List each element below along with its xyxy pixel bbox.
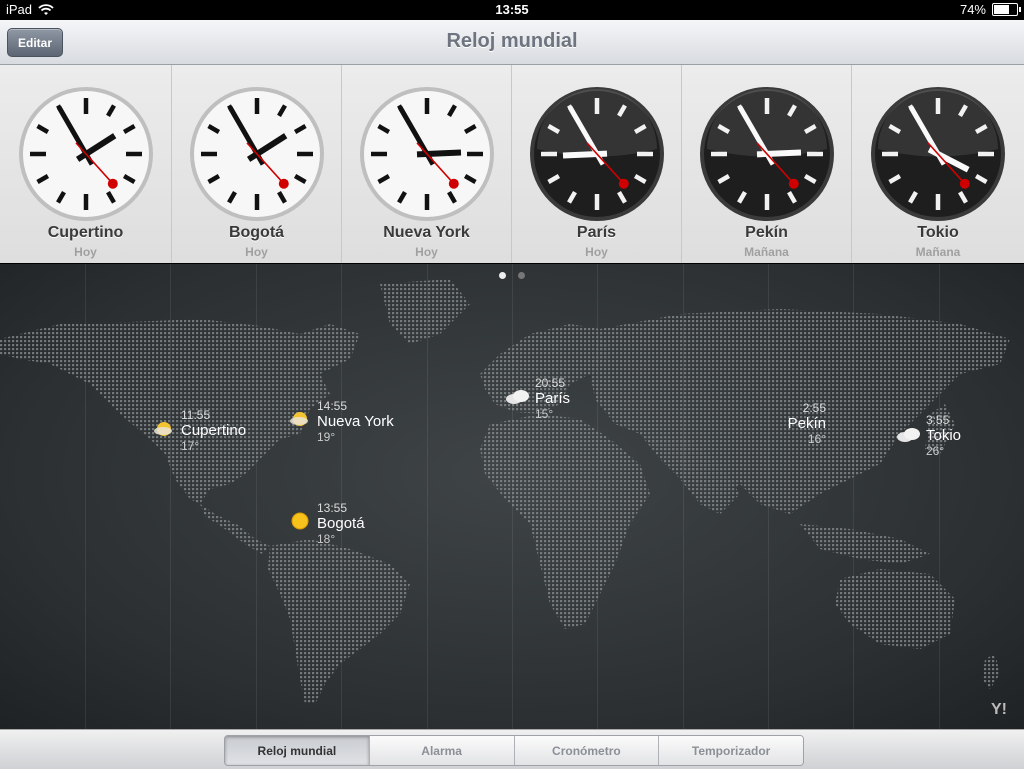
tab-bar: Reloj mundial Alarma Cronómetro Temporiz… [0, 729, 1024, 769]
analog-clock [871, 87, 1005, 221]
clock-cell[interactable]: Nueva York Hoy [342, 65, 512, 263]
partly-sunny-icon [154, 422, 172, 436]
page-dot[interactable] [518, 272, 525, 279]
analog-clock [529, 87, 664, 221]
marker-temp: 17° [181, 439, 200, 453]
status-time: 13:55 [495, 2, 529, 17]
marker-city: Tokio [926, 427, 962, 444]
clock-cell[interactable]: Cupertino Hoy [0, 65, 172, 263]
clock-day: Mañana [744, 245, 789, 259]
tab-stopwatch[interactable]: Cronómetro [514, 736, 660, 765]
marker-temp: 26° [926, 444, 945, 458]
clock-city: Tokio [917, 224, 959, 241]
clock-cell[interactable]: París Hoy [512, 65, 682, 263]
status-bar: iPad 13:55 74% [0, 0, 1024, 20]
page-title: Reloj mundial [446, 30, 578, 52]
marker-time: 13:55 [317, 501, 348, 515]
clock-city: París [576, 224, 617, 241]
marker-temp: 18° [317, 532, 336, 546]
clock-city: Pekín [745, 224, 788, 241]
page-indicator[interactable] [0, 272, 1024, 279]
analog-clock [18, 87, 153, 221]
clock-city: Bogotá [228, 224, 285, 241]
analog-clock [699, 87, 834, 221]
second-hand-tip [278, 178, 289, 189]
marker-time: 11:55 [181, 408, 211, 422]
marker-city: París [535, 390, 571, 407]
page-dot-active[interactable] [499, 272, 506, 279]
battery-percent: 74% [959, 2, 986, 17]
sun-icon [291, 512, 309, 530]
clock-day: Hoy [585, 245, 608, 259]
tab-alarm[interactable]: Alarma [369, 736, 515, 765]
second-hand-tip [448, 178, 459, 189]
marker-city: Cupertino [181, 422, 247, 439]
clock-cell[interactable]: Pekín Mañana [682, 65, 852, 263]
marker-time: 2:55 [802, 401, 826, 415]
clock-day: Hoy [415, 245, 438, 259]
analog-clock [189, 87, 324, 221]
clocks-strip: Cupertino Hoy Bogotá Hoy Nueva York Hoy París H… [0, 65, 1024, 263]
second-hand-tip [788, 178, 799, 189]
clock-day: Mañana [915, 245, 961, 259]
battery-status: 74% [959, 2, 1021, 17]
partly-sunny-icon [290, 412, 308, 426]
marker-time: 14:55 [317, 399, 348, 413]
second-hand-tip [618, 178, 629, 189]
segmented-control: Reloj mundial Alarma Cronómetro Temporiz… [224, 735, 804, 766]
clock-city: Nueva York [383, 224, 470, 241]
marker-city: Pekín [787, 415, 826, 432]
clock-day: Hoy [245, 245, 268, 259]
clock-city: Cupertino [47, 224, 124, 241]
world-map: 11:55 Cupertino 17° 14:55 Nueva York 19°… [0, 264, 1024, 729]
marker-temp: 19° [317, 430, 336, 444]
navigation-bar: Editar Reloj mundial [0, 20, 1024, 65]
marker-time: 3:55 [926, 413, 950, 427]
yahoo-logo[interactable]: Y! [984, 701, 1014, 723]
marker-city: Bogotá [317, 515, 365, 532]
second-hand-tip [959, 178, 970, 189]
marker-temp: 16° [807, 432, 826, 446]
clock-cell[interactable]: Tokio Mañana [852, 65, 1024, 263]
continents [0, 279, 1010, 704]
analog-clock [359, 87, 494, 221]
marker-city: Nueva York [317, 413, 394, 430]
tab-world-clock[interactable]: Reloj mundial [225, 736, 370, 765]
marker-temp: 15° [535, 407, 554, 421]
cloud-icon [897, 428, 920, 442]
marker-time: 20:55 [535, 376, 566, 390]
clock-day: Hoy [74, 245, 97, 259]
clock-cell[interactable]: Bogotá Hoy [172, 65, 342, 263]
tab-timer[interactable]: Temporizador [659, 736, 803, 765]
cloud-icon [506, 390, 529, 404]
second-hand-tip [107, 178, 118, 189]
battery-icon [992, 3, 1021, 16]
